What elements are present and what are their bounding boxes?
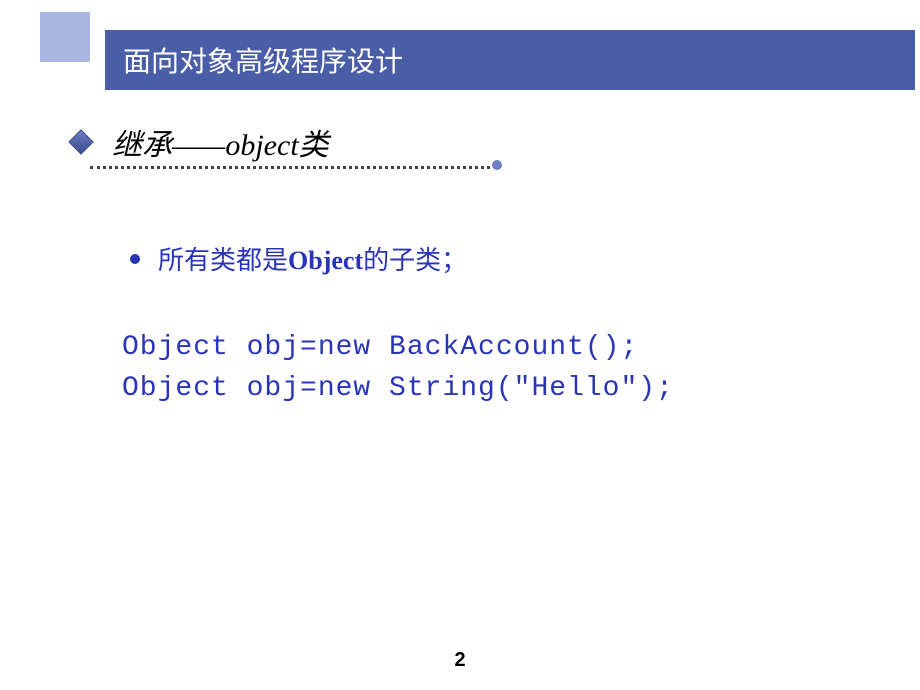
bullet-bold: Object (288, 246, 363, 275)
subtitle-underline (90, 166, 490, 169)
bullet-prefix: 所有类都是 (158, 246, 288, 275)
bullet-suffix: 的子类； (363, 246, 467, 275)
slide-header: 面向对象高级程序设计 (105, 30, 915, 90)
subtitle-row: 继承——object类 (72, 120, 502, 164)
bullet-dot-icon (130, 254, 140, 264)
page-number: 2 (0, 649, 920, 672)
code-line-2: Object obj=new String("Hello"); (122, 373, 850, 404)
bullet-text: 所有类都是Object的子类； (158, 240, 467, 277)
diamond-icon (68, 129, 93, 154)
underline-end-dot (492, 160, 502, 170)
slide-header-title: 面向对象高级程序设计 (123, 40, 403, 80)
slide-content: 所有类都是Object的子类； Object obj=new BackAccou… (130, 240, 850, 414)
bullet-item: 所有类都是Object的子类； (130, 240, 850, 277)
corner-accent-block (40, 12, 90, 62)
subtitle-text: 继承——object类 (112, 120, 329, 164)
code-line-1: Object obj=new BackAccount(); (122, 332, 850, 363)
